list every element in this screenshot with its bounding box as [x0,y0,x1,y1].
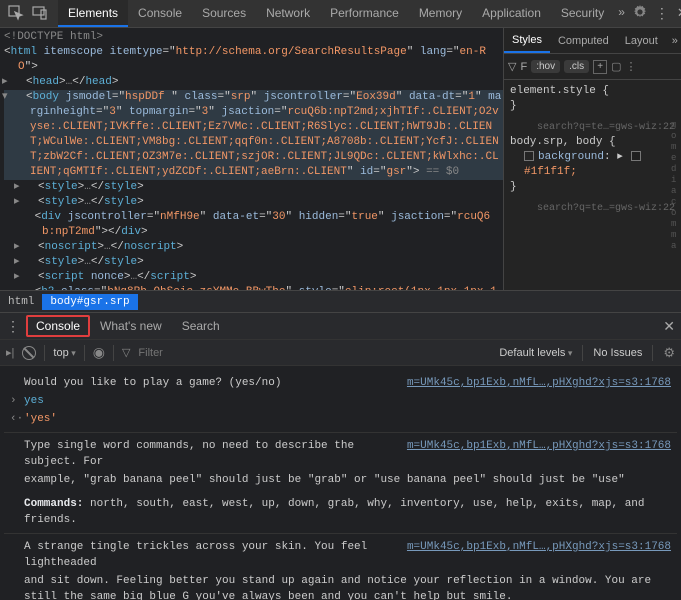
inspect-icon[interactable] [8,5,24,23]
panel-tabs: Elements Console Sources Network Perform… [58,0,614,27]
rule-prop-1[interactable]: background: ▸ #1f1f1f; [510,150,675,180]
more-tabs-icon[interactable]: » [618,5,625,23]
console-line-4: Type single word commands, no need to de… [24,438,399,470]
settings-icon[interactable] [633,5,647,23]
styles-rules[interactable]: element.style {} search?q=te…=gws-wiz:22… [504,80,681,290]
breadcrumb: html body#gsr.srp [0,290,681,312]
drawer-menu-icon[interactable]: ⋮ [6,318,20,335]
console-line-6b: and sit down. Feeling better you stand u… [24,573,671,600]
tab-elements[interactable]: Elements [58,0,128,27]
dom-script[interactable]: <script nonce>…</script> [4,270,503,285]
tab-console[interactable]: Console [128,0,192,27]
filter-input[interactable] [138,347,238,359]
rule-selector-1[interactable]: body.srp, body { [510,136,616,148]
dom-h2[interactable]: <h2 class="bNg8Rb OhScic zsYMMe BBwThe" … [4,285,503,290]
console-line-6a: A strange tingle trickles across your sk… [24,539,399,571]
issues-badge[interactable]: No Issues [593,347,642,359]
filter-funnel-icon: ▽ [122,346,130,359]
log-levels-selector[interactable]: Default levels [499,347,572,359]
text-overlay: g o m e d i a c o m m a [671,120,679,252]
tab-application[interactable]: Application [472,0,551,27]
input-marker-icon: › [10,393,24,409]
output-marker-icon: ‹· [10,411,24,427]
device-icon[interactable] [32,5,48,23]
console-output[interactable]: Would you like to play a game? (yes/no) … [0,366,681,600]
dom-doctype: <!DOCTYPE html> [4,31,103,43]
drawer-tab-search[interactable]: Search [172,315,230,337]
styles-pin-icon[interactable]: ▢ [611,60,621,73]
hov-toggle[interactable]: :hov [531,60,560,73]
live-expression-icon[interactable]: ◉ [93,344,105,361]
styles-tab-layout[interactable]: Layout [617,35,666,47]
drawer-close-icon[interactable]: ✕ [663,318,675,335]
console-input-1: yes [24,393,671,409]
devtools-topbar: Elements Console Sources Network Perform… [0,0,681,28]
drawer-tabs: ⋮ Console What's new Search ✕ [0,312,681,340]
rule-element-style[interactable]: element.style { [510,85,609,97]
dom-head[interactable]: <head>…</head> [26,76,118,88]
dom-body-selected[interactable]: <body jsmodel="hspDDf " class="srp" jsco… [4,90,503,180]
styles-tab-styles[interactable]: Styles [504,28,550,53]
styles-tabs: Styles Computed Layout » [504,28,681,54]
drawer-tab-whatsnew[interactable]: What's new [90,315,172,337]
console-output-1: 'yes' [24,411,671,427]
close-icon[interactable]: ✕ [677,5,681,23]
styles-tab-computed[interactable]: Computed [550,35,617,47]
cls-toggle[interactable]: .cls [564,60,589,73]
elements-tree[interactable]: <!DOCTYPE html> <html itemscope itemtype… [0,28,503,290]
drawer-tab-console[interactable]: Console [26,315,90,337]
kebab-icon[interactable]: ⋮ [655,5,669,23]
console-line-1: Would you like to play a game? (yes/no) [24,375,399,391]
console-toolbar: ▸| top ◉ ▽ Default levels No Issues ⚙ [0,340,681,366]
tab-performance[interactable]: Performance [320,0,409,27]
new-style-rule-icon[interactable]: + [593,60,607,74]
dom-div-hidden[interactable]: <div jscontroller="nMfH9e" data-et="30" … [4,210,503,240]
styles-more-icon[interactable]: » [666,35,681,47]
dom-noscript[interactable]: <noscript>…</noscript> [4,240,503,255]
dom-style1[interactable]: <style>…</style> [4,180,503,195]
context-selector[interactable]: top [53,347,75,359]
console-settings-icon[interactable]: ⚙ [663,345,675,361]
console-line-5: Commands: north, south, east, west, up, … [24,496,671,528]
rule-source-2[interactable]: search?q=te…=gws-wiz:22 [537,201,675,216]
tab-memory[interactable]: Memory [409,0,472,27]
clear-console-icon[interactable] [22,346,36,360]
console-source-2[interactable]: m=UMk45c,bp1Exb,nMfL…,pHXghd?xjs=s3:1768 [407,438,671,470]
console-line-4b: example, "grab banana peel" should just … [24,472,671,488]
prop-checkbox[interactable] [524,151,534,161]
dom-style2[interactable]: <style>…</style> [4,195,503,210]
breadcrumb-body[interactable]: body#gsr.srp [42,294,137,310]
filter-icon[interactable]: ▽ [508,60,516,73]
styles-toolbar: ▽ F :hov .cls + ▢ ⋮ [504,54,681,80]
breadcrumb-html[interactable]: html [0,294,42,310]
sidebar-toggle-icon[interactable]: ▸| [6,346,14,359]
styles-pane: Styles Computed Layout » ▽ F :hov .cls +… [503,28,681,290]
styles-kebab-icon[interactable]: ⋮ [626,60,637,73]
rule-source-1[interactable]: search?q=te…=gws-wiz:22 [537,120,675,135]
tab-sources[interactable]: Sources [192,0,256,27]
tab-security[interactable]: Security [551,0,614,27]
dom-style3[interactable]: <style>…</style> [4,255,503,270]
tab-network[interactable]: Network [256,0,320,27]
console-source-1[interactable]: m=UMk45c,bp1Exb,nMfL…,pHXghd?xjs=s3:1768 [407,375,671,391]
color-swatch[interactable] [631,151,641,161]
filter-label: F [520,61,527,73]
dom-html[interactable]: <html itemscope itemtype="http://schema.… [4,46,486,73]
console-source-3[interactable]: m=UMk45c,bp1Exb,nMfL…,pHXghd?xjs=s3:1768 [407,539,671,571]
